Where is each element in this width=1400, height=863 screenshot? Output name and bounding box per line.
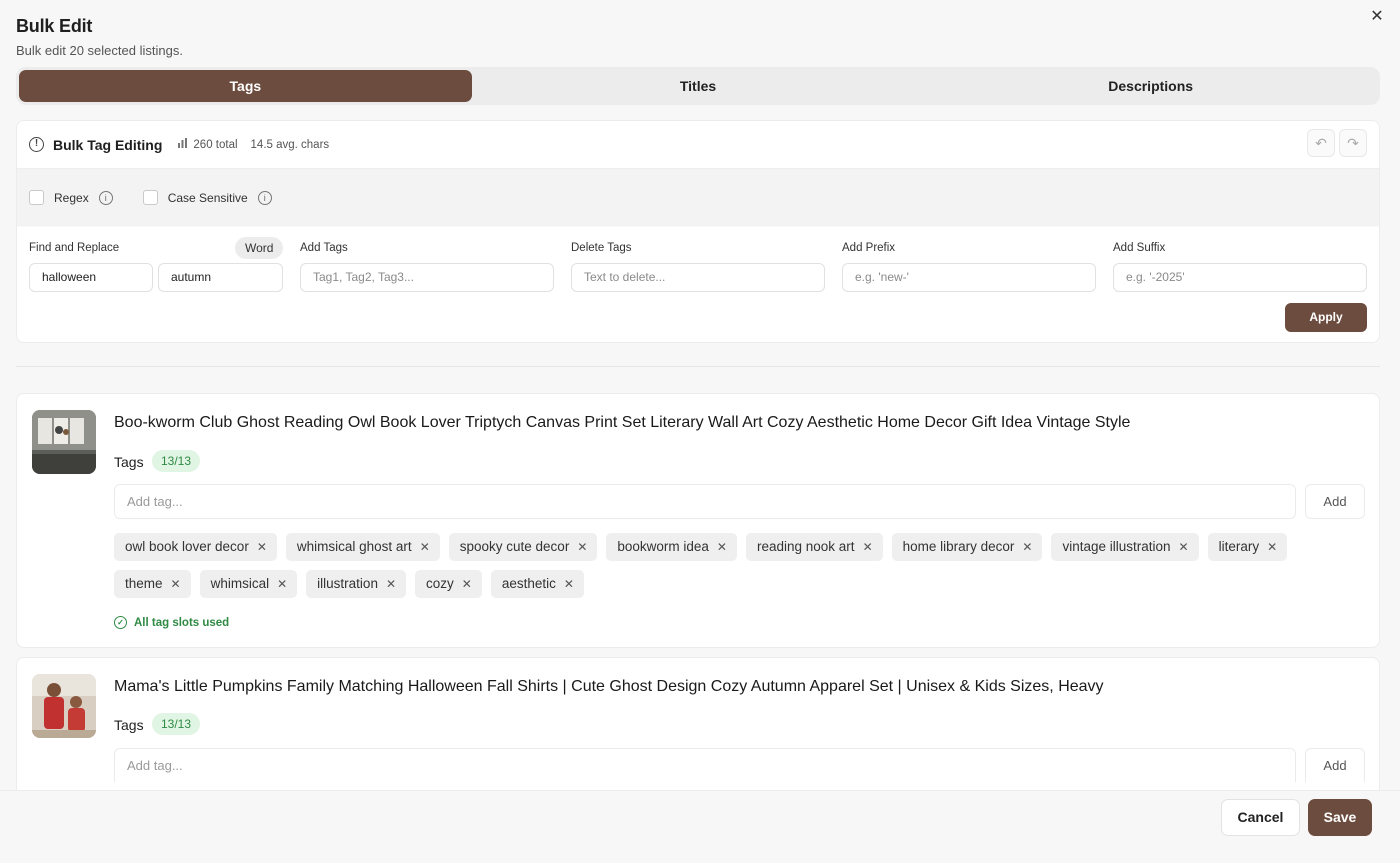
check-circle-icon: ✓ bbox=[114, 616, 127, 629]
tag-chip: whimsical ghost art ✕ bbox=[285, 533, 440, 561]
tag-slots-text: All tag slots used bbox=[134, 616, 230, 629]
remove-tag-icon[interactable]: ✕ bbox=[1267, 533, 1277, 561]
listing-title: Mama's Little Pumpkins Family Matching H… bbox=[114, 678, 1104, 695]
add-tags-input[interactable]: Tag1, Tag2, Tag3... bbox=[300, 263, 554, 292]
find-replace-label: Find and Replace bbox=[29, 242, 120, 254]
remove-tag-icon[interactable]: ✕ bbox=[171, 570, 181, 598]
tag-count-badge: 13/13 bbox=[152, 450, 201, 472]
tag-chip: aesthetic ✕ bbox=[490, 570, 584, 598]
dialog-subtitle: Bulk edit 20 selected listings. bbox=[16, 43, 183, 58]
tag-chip: bookworm idea ✕ bbox=[606, 533, 737, 561]
apply-button[interactable]: Apply bbox=[1285, 303, 1367, 332]
case-sensitive-checkbox[interactable] bbox=[142, 190, 158, 205]
tag-chip: whimsical ✕ bbox=[199, 570, 298, 598]
add-prefix-input[interactable]: e.g. 'new-' bbox=[842, 263, 1096, 292]
add-tag-input[interactable]: Add tag... bbox=[114, 748, 1296, 782]
tag-chip-label: aesthetic bbox=[501, 576, 556, 591]
tag-chip: owl book lover decor ✕ bbox=[114, 533, 277, 561]
tag-chip-label: home library decor bbox=[902, 539, 1015, 554]
tool-title: Bulk Tag Editing bbox=[53, 136, 163, 153]
remove-tag-icon[interactable]: ✕ bbox=[577, 533, 587, 561]
dialog-title: Bulk Edit bbox=[16, 16, 93, 36]
tag-chip-label: spooky cute decor bbox=[459, 539, 570, 554]
tab-titles[interactable]: Titles bbox=[472, 70, 925, 102]
tab-tags[interactable]: Tags bbox=[19, 70, 472, 102]
tag-chip-label: whimsical ghost art bbox=[296, 539, 412, 554]
tag-chip: home library decor ✕ bbox=[891, 533, 1043, 561]
tab-bar: Tags Titles Descriptions bbox=[16, 67, 1380, 105]
add-tags-label: Add Tags bbox=[300, 242, 348, 254]
tab-descriptions[interactable]: Descriptions bbox=[924, 70, 1377, 102]
remove-tag-icon[interactable]: ✕ bbox=[420, 533, 430, 561]
tag-chip: cozy ✕ bbox=[415, 570, 482, 598]
regex-info-icon[interactable]: i bbox=[98, 190, 113, 205]
listing-card: Boo-kworm Club Ghost Reading Owl Book Lo… bbox=[16, 393, 1380, 648]
add-tag-button[interactable]: Add bbox=[1305, 484, 1365, 519]
case-sensitive-info-icon[interactable]: i bbox=[257, 190, 272, 205]
tag-chip-label: bookworm idea bbox=[617, 539, 709, 554]
delete-tags-input[interactable]: Text to delete... bbox=[571, 263, 825, 292]
tag-chip: theme ✕ bbox=[114, 570, 191, 598]
listing-title: Boo-kworm Club Ghost Reading Owl Book Lo… bbox=[114, 414, 1131, 431]
bar-chart-icon bbox=[178, 138, 189, 151]
remove-tag-icon[interactable]: ✕ bbox=[277, 570, 287, 598]
find-input[interactable]: halloween bbox=[29, 263, 153, 292]
save-button[interactable]: Save bbox=[1308, 799, 1372, 836]
tag-chip-label: cozy bbox=[426, 576, 454, 591]
add-prefix-label: Add Prefix bbox=[842, 242, 896, 254]
total-tags-stat: 260 total bbox=[193, 138, 238, 151]
undo-icon[interactable]: ↶ bbox=[1307, 129, 1335, 157]
tag-chip: reading nook art ✕ bbox=[745, 533, 883, 561]
close-icon[interactable]: ✕ bbox=[1366, 6, 1388, 28]
cancel-button[interactable]: Cancel bbox=[1221, 799, 1300, 836]
remove-tag-icon[interactable]: ✕ bbox=[717, 533, 727, 561]
remove-tag-icon[interactable]: ✕ bbox=[462, 570, 472, 598]
tag-chip: literary ✕ bbox=[1207, 533, 1288, 561]
tags-label: Tags bbox=[114, 717, 144, 733]
tag-chip: spooky cute decor ✕ bbox=[448, 533, 598, 561]
info-icon: ! bbox=[29, 137, 44, 152]
remove-tag-icon[interactable]: ✕ bbox=[564, 570, 574, 598]
add-suffix-input[interactable]: e.g. '-2025' bbox=[1113, 263, 1367, 292]
tag-count-badge: 13/13 bbox=[152, 713, 201, 735]
redo-icon[interactable]: ↷ bbox=[1339, 129, 1367, 157]
delete-tags-label: Delete Tags bbox=[571, 242, 632, 254]
regex-checkbox[interactable] bbox=[29, 190, 44, 205]
avg-chars-stat: 14.5 avg. chars bbox=[250, 138, 330, 151]
bulk-tag-panel: ! Bulk Tag Editing 260 total 14.5 avg. c… bbox=[16, 120, 1380, 343]
add-tag-input[interactable]: Add tag... bbox=[114, 484, 1296, 519]
divider bbox=[16, 366, 1380, 367]
case-sensitive-label: Case Sensitive bbox=[167, 190, 248, 205]
listing-card: Mama's Little Pumpkins Family Matching H… bbox=[16, 657, 1380, 790]
word-toggle[interactable]: Word bbox=[235, 237, 284, 259]
tags-label: Tags bbox=[114, 454, 144, 470]
tag-slots-status: ✓ All tag slots used bbox=[114, 616, 229, 629]
listing-thumbnail bbox=[32, 410, 96, 474]
tag-chip-list: owl book lover decor ✕ whimsical ghost ar… bbox=[114, 533, 1364, 598]
tag-chip-label: illustration bbox=[317, 576, 378, 591]
add-suffix-label: Add Suffix bbox=[1113, 242, 1166, 254]
remove-tag-icon[interactable]: ✕ bbox=[863, 533, 873, 561]
tool-header: ! Bulk Tag Editing 260 total 14.5 avg. c… bbox=[17, 121, 1379, 169]
tag-chip-label: theme bbox=[125, 576, 163, 591]
regex-label: Regex bbox=[54, 190, 89, 205]
tag-chip-label: whimsical bbox=[210, 576, 270, 591]
remove-tag-icon[interactable]: ✕ bbox=[1179, 533, 1189, 561]
options-row: Regex i Case Sensitive i bbox=[17, 169, 1379, 226]
add-tag-button[interactable]: Add bbox=[1305, 748, 1365, 782]
remove-tag-icon[interactable]: ✕ bbox=[257, 533, 267, 561]
remove-tag-icon[interactable]: ✕ bbox=[1022, 533, 1032, 561]
tag-chip-label: literary bbox=[1218, 539, 1260, 554]
remove-tag-icon[interactable]: ✕ bbox=[386, 570, 396, 598]
listing-thumbnail bbox=[32, 674, 96, 738]
replace-input[interactable]: autumn bbox=[158, 263, 283, 292]
footer-divider bbox=[0, 790, 1400, 791]
tag-chip-label: owl book lover decor bbox=[125, 539, 249, 554]
tag-chip: illustration ✕ bbox=[306, 570, 407, 598]
tag-chip: vintage illustration ✕ bbox=[1051, 533, 1199, 561]
fields-area: Find and Replace Word halloween autumn A… bbox=[17, 227, 1379, 342]
tag-chip-label: vintage illustration bbox=[1062, 539, 1171, 554]
tag-chip-label: reading nook art bbox=[756, 539, 855, 554]
